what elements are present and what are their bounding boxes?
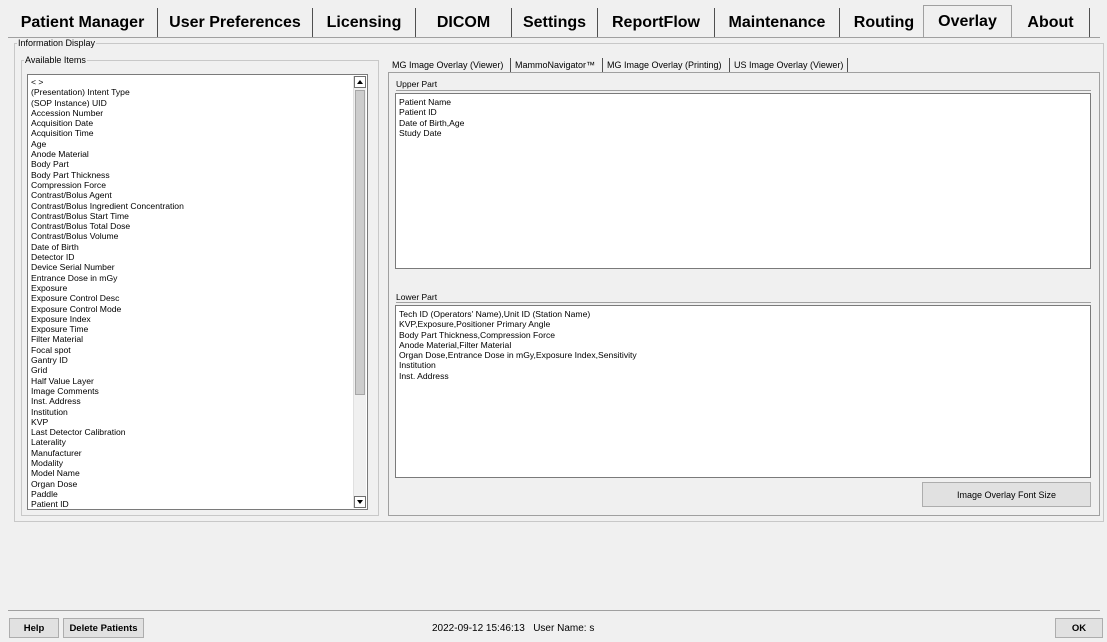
tab-routing[interactable]: Routing xyxy=(840,8,929,38)
scroll-up-button[interactable] xyxy=(354,76,366,88)
user-name-label: User Name: xyxy=(533,623,587,634)
tab-licensing[interactable]: Licensing xyxy=(313,8,416,38)
list-item[interactable]: Gantry ID xyxy=(31,355,367,365)
list-item[interactable]: Image Comments xyxy=(31,386,367,396)
list-item[interactable]: Half Value Layer xyxy=(31,376,367,386)
upper-part-divider xyxy=(396,90,1091,91)
available-items-entries: < > (Presentation) Intent Type (SOP Instan… xyxy=(28,75,367,509)
list-item[interactable]: Paddle xyxy=(31,489,367,499)
list-item[interactable]: Exposure Index xyxy=(31,314,367,324)
list-item[interactable]: Manufacturer xyxy=(31,448,367,458)
list-item[interactable]: Acquisition Date xyxy=(31,118,367,128)
arrow-down-icon xyxy=(357,500,363,504)
ok-button[interactable]: OK xyxy=(1055,618,1103,638)
lower-part-line: KVP,Exposure,Positioner Primary Angle xyxy=(399,319,551,330)
list-item[interactable]: Date of Birth xyxy=(31,242,367,252)
upper-part-line: Patient Name xyxy=(399,97,452,107)
upper-part-textbox[interactable]: Patient Name Patient ID Date of Birth,Age S… xyxy=(395,93,1091,269)
tab-dicom[interactable]: DICOM xyxy=(416,8,512,38)
upper-part-label: Upper Part xyxy=(396,79,438,89)
tab-mammonavigator[interactable]: MammoNavigator™ xyxy=(511,58,603,72)
lower-part-line: Inst. Address xyxy=(399,370,449,381)
list-item[interactable]: Model Name xyxy=(31,468,367,478)
information-display-legend: Information Display xyxy=(18,38,96,48)
list-item[interactable]: Contrast/Bolus Total Dose xyxy=(31,221,367,231)
list-item[interactable]: < > xyxy=(31,77,367,87)
list-item[interactable]: Compression Force xyxy=(31,180,367,190)
list-item[interactable]: KVP xyxy=(31,417,367,427)
tab-mg-overlay-viewer[interactable]: MG Image Overlay (Viewer) xyxy=(388,58,511,72)
scroll-down-button[interactable] xyxy=(354,496,366,508)
list-item[interactable]: Acquisition Time xyxy=(31,128,367,138)
list-item[interactable]: Accession Number xyxy=(31,108,367,118)
list-item[interactable]: Exposure Control Desc xyxy=(31,293,367,303)
list-item[interactable]: Last Detector Calibration xyxy=(31,427,367,437)
list-item[interactable]: Body Part xyxy=(31,159,367,169)
scroll-thumb[interactable] xyxy=(355,90,365,395)
list-item[interactable]: Contrast/Bolus Ingredient Concentration xyxy=(31,201,367,211)
list-item[interactable]: Age xyxy=(31,139,367,149)
list-item[interactable]: Grid xyxy=(31,365,367,375)
tab-about[interactable]: About xyxy=(1012,8,1090,38)
lower-part-line: Tech ID (Operators' Name),Unit ID (Stati… xyxy=(399,309,591,319)
list-item[interactable]: Laterality xyxy=(31,437,367,447)
footer-divider xyxy=(8,610,1100,611)
list-item[interactable]: Focal spot xyxy=(31,345,367,355)
tab-overlay[interactable]: Overlay xyxy=(923,5,1012,38)
list-item[interactable]: Device Serial Number xyxy=(31,262,367,272)
lower-part-line: Institution xyxy=(399,360,436,371)
list-item[interactable]: Exposure Control Mode xyxy=(31,304,367,314)
lower-part-line: Body Part Thickness,Compression Force xyxy=(399,329,556,340)
list-item[interactable]: Contrast/Bolus Agent xyxy=(31,190,367,200)
list-item[interactable]: (Presentation) Intent Type xyxy=(31,87,367,97)
list-item[interactable]: (SOP Instance) UID xyxy=(31,98,367,108)
delete-patients-button[interactable]: Delete Patients xyxy=(63,618,144,638)
user-name-value: s xyxy=(589,623,595,634)
tab-user-preferences[interactable]: User Preferences xyxy=(158,8,313,38)
lower-part-divider xyxy=(396,302,1091,303)
available-items-list[interactable]: < > (Presentation) Intent Type (SOP Instan… xyxy=(27,74,368,510)
list-item[interactable]: Organ Dose xyxy=(31,479,367,489)
list-item[interactable]: Institution xyxy=(31,407,367,417)
lower-part-line: Organ Dose,Entrance Dose in mGy,Exposure… xyxy=(399,350,637,361)
list-item[interactable]: Contrast/Bolus Start Time xyxy=(31,211,367,221)
list-item[interactable]: Patient ID xyxy=(31,499,367,509)
lower-part-textbox[interactable]: Tech ID (Operators' Name),Unit ID (Stati… xyxy=(395,305,1091,478)
tab-patient-manager[interactable]: Patient Manager xyxy=(8,8,158,38)
upper-part-line: Date of Birth,Age xyxy=(399,117,465,128)
lower-part-label: Lower Part xyxy=(396,292,438,302)
upper-part-line: Study Date xyxy=(399,127,442,138)
tab-mg-overlay-printing[interactable]: MG Image Overlay (Printing) xyxy=(603,58,730,72)
help-button[interactable]: Help xyxy=(9,618,59,638)
status-bar: 2022-09-12 15:46:13 User Name: s xyxy=(432,623,594,634)
list-item[interactable]: Body Part Thickness xyxy=(31,170,367,180)
list-item[interactable]: Inst. Address xyxy=(31,396,367,406)
list-item[interactable]: Exposure xyxy=(31,283,367,293)
tab-us-overlay-viewer[interactable]: US Image Overlay (Viewer) xyxy=(730,58,848,72)
lower-part-line: Anode Material,Filter Material xyxy=(399,339,512,350)
available-items-legend: Available Items xyxy=(25,55,86,65)
tab-reportflow[interactable]: ReportFlow xyxy=(598,8,715,38)
list-item[interactable]: Contrast/Bolus Volume xyxy=(31,231,367,241)
main-tab-bar: Patient Manager User Preferences Licensi… xyxy=(8,0,1100,38)
list-item[interactable]: Modality xyxy=(31,458,367,468)
available-items-group: Available Items < > (Presentation) Intent… xyxy=(21,55,379,516)
available-items-scrollbar[interactable] xyxy=(353,76,366,508)
upper-part-line: Patient ID xyxy=(399,107,437,118)
timestamp: 2022-09-12 15:46:13 xyxy=(432,623,525,634)
tab-maintenance[interactable]: Maintenance xyxy=(715,8,840,38)
list-item[interactable]: Anode Material xyxy=(31,149,367,159)
list-item[interactable]: Filter Material xyxy=(31,334,367,344)
image-overlay-font-size-button[interactable]: Image Overlay Font Size xyxy=(922,482,1091,507)
tab-settings[interactable]: Settings xyxy=(512,8,598,38)
list-item[interactable]: Entrance Dose in mGy xyxy=(31,273,367,283)
list-item[interactable]: Detector ID xyxy=(31,252,367,262)
list-item[interactable]: Exposure Time xyxy=(31,324,367,334)
arrow-up-icon xyxy=(357,80,363,84)
